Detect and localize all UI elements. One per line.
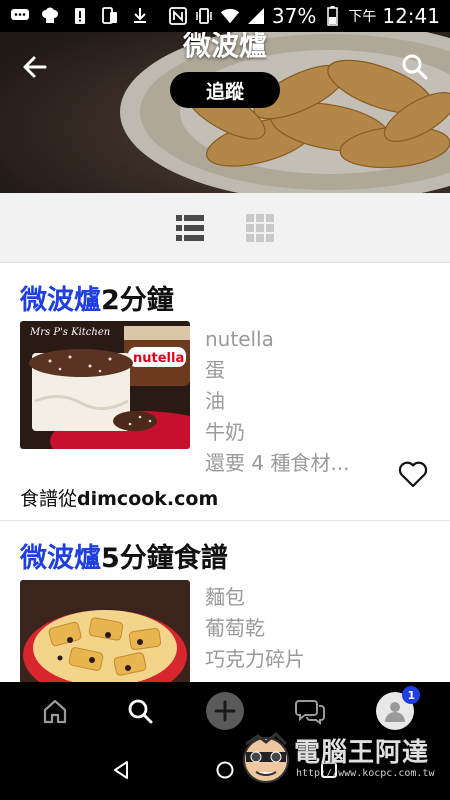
- recipe-title-rest: 2分鐘: [101, 285, 174, 316]
- ingredient-item: 牛奶: [205, 420, 245, 444]
- ingredient-item: 麵包: [205, 585, 245, 609]
- ingredient-item: 油: [205, 389, 225, 413]
- source-prefix: 食譜從: [20, 488, 78, 510]
- watermark-url: http://www.kocpc.com.tw: [296, 768, 435, 779]
- phone-icon: [100, 7, 120, 25]
- alert-icon: [70, 7, 90, 25]
- battery-icon: [322, 6, 342, 26]
- clock: 12:41: [382, 4, 440, 28]
- image-brand-text: nutella: [133, 351, 184, 366]
- notification-badge: 1: [402, 686, 421, 704]
- time-period: 下午: [348, 9, 377, 25]
- notification-icons: [10, 7, 150, 25]
- recipe-title[interactable]: 微波爐5分鐘食譜: [20, 536, 228, 575]
- back-arrow-icon[interactable]: [20, 52, 50, 82]
- recipe-source[interactable]: 食譜從dimcook.com: [20, 484, 218, 511]
- watermark-text: 電腦王阿達: [294, 738, 430, 768]
- page-title: 微波爐: [182, 32, 267, 62]
- heart-icon[interactable]: [398, 460, 428, 490]
- chat-bubble-icon: [10, 7, 30, 25]
- ingredient-item: 巧克力碎片: [205, 647, 305, 671]
- avatar[interactable]: 1: [376, 686, 421, 730]
- follow-button[interactable]: 追蹤: [170, 72, 280, 108]
- add-icon[interactable]: [204, 690, 246, 732]
- nfc-icon: [168, 7, 188, 25]
- ingredient-item: 葡萄乾: [205, 616, 265, 640]
- ingredient-list: nutella 蛋 油 牛奶 還要 4 種食材...: [205, 324, 350, 479]
- signal-icon: [246, 7, 266, 25]
- recipe-title[interactable]: 微波爐2分鐘: [20, 278, 174, 317]
- home-circle-icon[interactable]: [213, 758, 237, 782]
- vibrate-icon: [194, 7, 214, 25]
- back-triangle-icon[interactable]: [109, 758, 133, 782]
- search-icon[interactable]: [119, 690, 161, 732]
- download-icon: [130, 7, 150, 25]
- view-toggle-bar: [0, 193, 450, 263]
- grid-view-icon[interactable]: [245, 213, 275, 243]
- system-status: 37% 下午 12:41: [168, 4, 440, 28]
- recipe-title-keyword: 微波爐: [20, 543, 101, 574]
- ingredient-more: 還要 4 種食材...: [205, 451, 350, 475]
- recipe-card[interactable]: 微波爐5分鐘食譜 麵包 葡萄乾 巧克力碎片: [0, 522, 450, 682]
- list-view-icon[interactable]: [175, 213, 205, 243]
- home-icon[interactable]: [34, 690, 76, 732]
- recipe-image[interactable]: [20, 580, 190, 682]
- ingredient-item: nutella: [205, 327, 274, 351]
- profile-icon[interactable]: 1: [374, 686, 421, 732]
- mascot-face-icon: [243, 731, 289, 783]
- chat-icon[interactable]: [289, 690, 331, 732]
- status-bar: 37% 下午 12:41: [0, 0, 450, 32]
- wifi-icon: [220, 7, 240, 25]
- battery-percent: 37%: [271, 4, 317, 28]
- search-icon[interactable]: [400, 52, 430, 82]
- chef-hat-icon: [40, 7, 60, 25]
- recipe-title-keyword: 微波爐: [20, 285, 101, 316]
- ingredient-item: 蛋: [205, 358, 225, 382]
- recipe-card[interactable]: 微波爐2分鐘 nutella Mrs P's Kitchen nutella 蛋…: [0, 264, 450, 521]
- recipe-title-rest: 5分鐘食譜: [101, 543, 228, 574]
- hero-header: 微波爐 追蹤: [0, 32, 450, 193]
- image-caption-text: Mrs P's Kitchen: [29, 327, 110, 338]
- recipe-image[interactable]: nutella Mrs P's Kitchen: [20, 321, 190, 449]
- source-site: dimcook.com: [77, 488, 219, 510]
- ingredient-list: 麵包 葡萄乾 巧克力碎片: [205, 582, 305, 675]
- watermark-logo: 電腦王阿達 http://www.kocpc.com.tw: [238, 730, 438, 794]
